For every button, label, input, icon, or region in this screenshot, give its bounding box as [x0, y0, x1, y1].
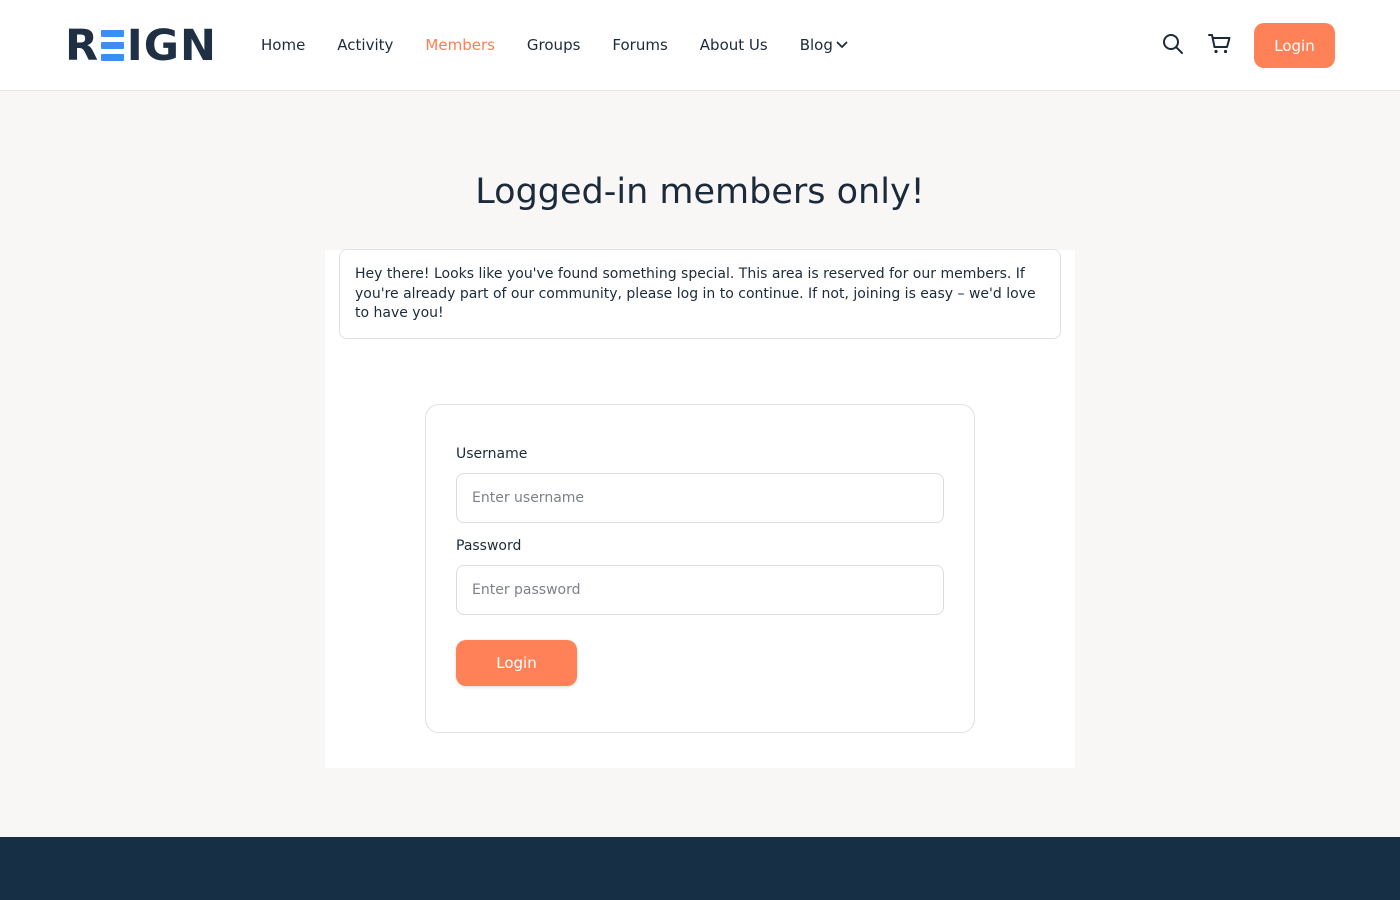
password-label: Password [456, 538, 522, 554]
nav-item-blog-label: Blog [799, 36, 833, 54]
header-login-button[interactable]: Login [1254, 23, 1335, 68]
chevron-down-icon [836, 41, 848, 49]
site-header: R IGN Home Activity Members Groups Forum… [0, 0, 1400, 91]
nav-item-groups[interactable]: Groups [527, 36, 580, 54]
site-footer [0, 837, 1400, 900]
login-form-card: Username Password Login [425, 404, 975, 733]
nav-item-blog[interactable]: Blog [800, 36, 848, 54]
nav-item-about-us[interactable]: About Us [700, 36, 768, 54]
search-icon[interactable] [1160, 31, 1186, 57]
nav-item-activity[interactable]: Activity [337, 36, 393, 54]
logo-e-mark [101, 30, 124, 61]
username-input[interactable] [456, 473, 944, 523]
brand-logo[interactable]: R IGN [65, 21, 217, 71]
nav-item-members[interactable]: Members [425, 36, 495, 54]
logo-letters-ign: IGN [126, 20, 217, 71]
main-nav: Home Activity Members Groups Forums Abou… [261, 33, 880, 57]
nav-item-home[interactable]: Home [261, 36, 305, 54]
logo-letter-r: R [65, 20, 100, 71]
members-only-notice: Hey there! Looks like you've found somet… [339, 249, 1061, 339]
password-input[interactable] [456, 565, 944, 615]
cart-icon[interactable] [1207, 31, 1233, 57]
nav-item-forums[interactable]: Forums [612, 36, 667, 54]
username-label: Username [456, 446, 528, 462]
content-panel: Hey there! Looks like you've found somet… [325, 249, 1075, 768]
login-submit-button[interactable]: Login [456, 640, 577, 686]
page-title: Logged-in members only! [475, 172, 925, 212]
